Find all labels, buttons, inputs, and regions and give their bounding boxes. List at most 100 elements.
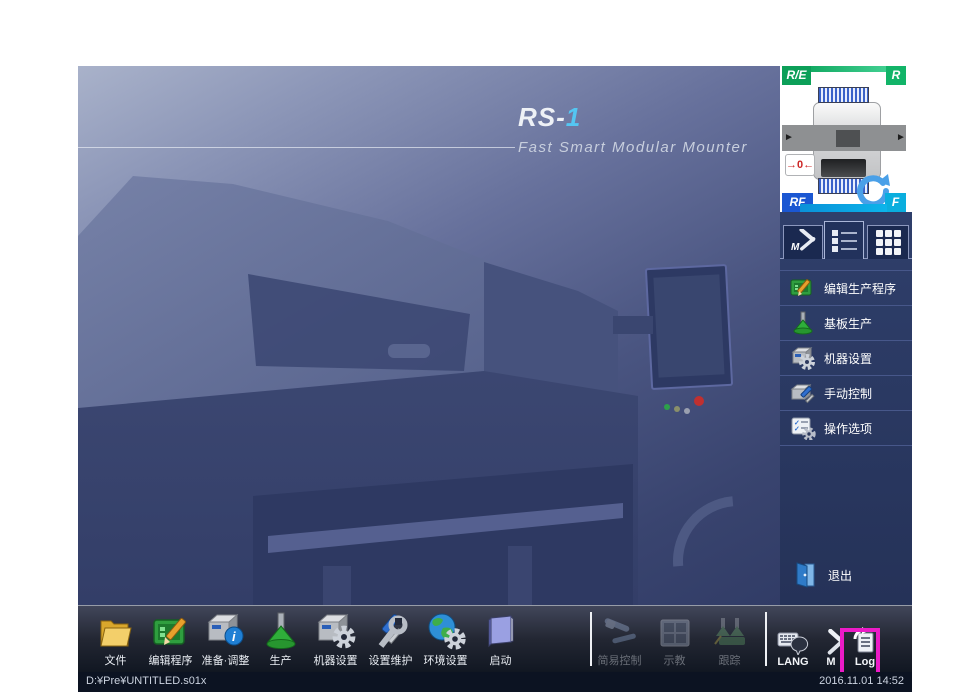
toolbar-item-startup[interactable]: 启动 xyxy=(473,610,528,668)
toolbar-item-teach: 示教 xyxy=(647,610,702,668)
sidebar-item-machine-settings[interactable]: 机器设置 xyxy=(780,341,912,376)
main-content-area: RS-1 Fast Smart Modular Mounter xyxy=(78,66,780,605)
current-file-path: D:¥Pre¥UNTITLED.s01x xyxy=(86,675,206,687)
sidebar-item-label: 编辑生产程序 xyxy=(824,280,896,297)
toolbar-item-label: 示教 xyxy=(647,652,702,668)
toolbar-item-label: 编辑程序 xyxy=(143,652,198,668)
tab-task-list[interactable] xyxy=(824,221,864,259)
toolbar-item-label: 设置维护 xyxy=(363,652,418,668)
sidebar-item-operation-options[interactable]: ✓ ✓ 操作选项 xyxy=(780,411,912,446)
sidebar-item-manual-control[interactable]: 手动控制 xyxy=(780,376,912,411)
tools-icon xyxy=(363,610,418,650)
machine-photo-leg xyxy=(323,566,351,605)
toolbar-item-production[interactable]: 生产 xyxy=(253,610,308,668)
placement-head-icon xyxy=(253,610,308,650)
toolbar-item-trace: 跟踪 xyxy=(702,610,757,668)
hero-underline xyxy=(78,147,515,148)
exit-door-icon xyxy=(792,562,818,588)
product-model: RS-1 xyxy=(518,102,748,133)
model-suffix: 1 xyxy=(566,102,581,132)
bottom-toolbar: 文件 编辑程序 xyxy=(78,605,912,672)
tab-machine-tools[interactable]: M xyxy=(783,225,823,259)
toolbar-item-maintenance[interactable]: 设置维护 xyxy=(363,610,418,668)
origin-return-button[interactable]: →0← xyxy=(785,154,815,176)
toolbar-item-environment[interactable]: 环境设置 xyxy=(418,610,473,668)
toolbar-item-label: M xyxy=(815,656,847,668)
sidebar: R/E R ► ► →0← RF F xyxy=(780,66,912,605)
toolbar-item-file[interactable]: 文件 xyxy=(88,610,143,668)
toolbar-item-simple-control: 简易控制 xyxy=(592,610,647,668)
folder-icon xyxy=(88,610,143,650)
globe-gear-icon xyxy=(418,610,473,650)
machine-photo-cable xyxy=(646,469,780,605)
book-icon xyxy=(473,610,528,650)
task-list-icon xyxy=(832,228,857,254)
toolbar-separator xyxy=(765,612,767,666)
conveyor-flow-arrow-right: ► xyxy=(896,133,906,143)
edit-program-icon xyxy=(790,275,816,301)
manual-control-icon xyxy=(790,380,816,406)
sidebar-item-label: 基板生产 xyxy=(824,315,872,332)
toolbar-item-log[interactable]: Log xyxy=(847,625,883,668)
svg-text:i: i xyxy=(232,629,236,644)
simple-control-icon xyxy=(592,610,647,650)
machine-info-icon: i xyxy=(198,610,253,650)
rear-badge: R xyxy=(886,66,906,85)
sidebar-item-exit[interactable]: 退出 xyxy=(780,555,924,595)
status-bar: D:¥Pre¥UNTITLED.s01x 2016.11.01 14:52 xyxy=(78,672,912,692)
front-lane-bar xyxy=(800,204,887,212)
toolbar-item-machine-settings[interactable]: 机器设置 xyxy=(308,610,363,668)
machine-tools-icon xyxy=(815,625,847,655)
conveyor-flow-arrow-left: ► xyxy=(784,133,794,143)
machine-photo-monitor-arm xyxy=(613,316,653,334)
sidebar-item-edit-production-program[interactable]: 编辑生产程序 xyxy=(780,270,912,306)
machine-photo-button xyxy=(674,406,680,412)
toolbar-item-label: 启动 xyxy=(473,652,528,668)
sidebar-item-board-production[interactable]: 基板生产 xyxy=(780,306,912,341)
sidebar-item-label: 手动控制 xyxy=(824,385,872,402)
toolbar-item-label: 准备·调整 xyxy=(198,652,253,668)
product-tagline: Fast Smart Modular Mounter xyxy=(518,139,748,156)
sidebar-menu-items: 编辑生产程序 基板生产 xyxy=(780,270,912,446)
toolbar-item-label: 简易控制 xyxy=(592,652,647,668)
tab-grid-menu[interactable] xyxy=(867,225,909,259)
exit-label: 退出 xyxy=(828,567,852,584)
machine-gear-icon xyxy=(308,610,363,650)
svg-text:M: M xyxy=(791,242,800,251)
toolbar-item-label: 跟踪 xyxy=(702,652,757,668)
toolbar-item-language[interactable]: LANG xyxy=(771,625,815,668)
machine-settings-icon xyxy=(790,345,816,371)
sidebar-item-label: 操作选项 xyxy=(824,420,872,437)
toolbar-item-label: 生产 xyxy=(253,652,308,668)
log-icon xyxy=(847,625,883,655)
toolbar-item-edit-program[interactable]: 编辑程序 xyxy=(143,610,198,668)
toolbar-item-label: 环境设置 xyxy=(418,652,473,668)
trace-heads-icon xyxy=(702,610,757,650)
model-prefix: RS- xyxy=(518,102,566,132)
toolbar-item-prepare-adjust[interactable]: i 准备·调整 xyxy=(198,610,253,668)
sidebar-item-label: 机器设置 xyxy=(824,350,872,367)
toolbar-item-machine-tools[interactable]: M xyxy=(815,625,847,668)
window-panes-icon xyxy=(647,610,702,650)
machine-photo-green-button xyxy=(664,404,670,410)
edit-program-icon xyxy=(143,610,198,650)
app-window: RS-1 Fast Smart Modular Mounter R/E R ► … xyxy=(78,66,912,692)
datetime-display: 2016.11.01 14:52 xyxy=(819,675,904,687)
product-branding: RS-1 Fast Smart Modular Mounter xyxy=(518,102,748,156)
toolbar-item-label: 机器设置 xyxy=(308,652,363,668)
machine-photo-monitor xyxy=(645,264,733,390)
machine-photo-leg xyxy=(508,546,532,605)
machine-status-schematic: R/E R ► ► →0← RF F xyxy=(780,66,912,212)
sidebar-menu: M xyxy=(780,212,912,605)
language-icon xyxy=(771,625,815,655)
board-on-conveyor xyxy=(836,130,860,147)
front-badge: F xyxy=(885,193,906,212)
svg-text:✓: ✓ xyxy=(794,426,800,433)
grid-menu-icon xyxy=(876,230,901,255)
machine-photo-monitor-screen xyxy=(653,274,724,377)
operation-options-icon: ✓ ✓ xyxy=(790,415,816,441)
machine-photo-button xyxy=(684,408,690,414)
machine-photo-stop-button xyxy=(694,396,704,406)
rear-feeder-bank xyxy=(818,87,869,103)
toolbar-item-label: 文件 xyxy=(88,652,143,668)
